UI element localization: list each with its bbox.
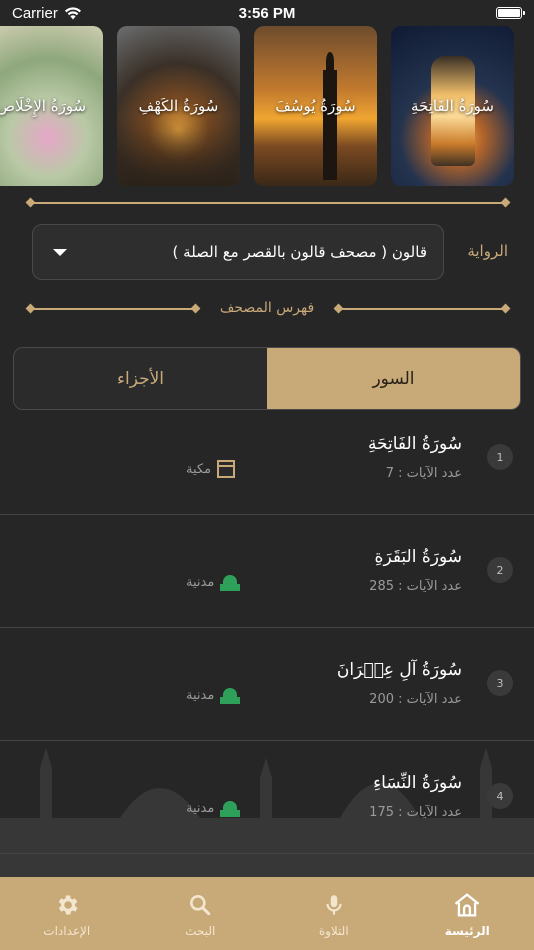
surah-number: 4 (487, 783, 513, 809)
bottom-tab-bar: الإعدادات البحث التلاوة الرئيسة (0, 877, 534, 950)
status-bar: Carrier 3:56 PM (0, 0, 534, 26)
gear-icon (52, 890, 82, 920)
surah-row[interactable]: 4 سُورَةُ النِّسَاءِ عدد الآيات : 175 مد… (0, 741, 534, 854)
tab-recitation[interactable]: التلاوة (267, 877, 401, 950)
mosque-icon (220, 799, 241, 817)
surah-ayat-count: عدد الآيات : 175 (369, 805, 462, 820)
chevron-down-icon (53, 248, 67, 256)
tab-juz[interactable]: الأجزاء (14, 348, 267, 409)
surah-type-label: مدنية (186, 687, 215, 703)
carousel-card-ikhlas[interactable]: سُورَةُ الإِخْلَاص (0, 26, 103, 186)
tab-search-label: البحث (185, 923, 216, 938)
tab-home[interactable]: الرئيسة (401, 877, 534, 950)
surah-row[interactable]: 3 سُورَةُ آلِ عِمۡرَانَ عدد الآيات : 200… (0, 628, 534, 741)
carousel-card-kahf[interactable]: سُورَةُ الكَهْفِ (117, 26, 240, 186)
mosque-icon (220, 686, 241, 704)
surah-number: 3 (487, 670, 513, 696)
wifi-icon (64, 6, 81, 19)
surah-ayat-count: عدد الآيات : 285 (369, 579, 462, 594)
surah-type: مدنية (186, 573, 241, 591)
tab-recitation-label: التلاوة (318, 923, 349, 938)
tab-settings[interactable]: الإعدادات (0, 877, 134, 950)
carousel-card-title: سُورَةُ يُوسُفَ (275, 97, 356, 115)
surah-type: مدنية (186, 686, 241, 704)
surah-type: مكية (186, 460, 236, 478)
surah-name: سُورَةُ آلِ عِمۡرَانَ (336, 660, 462, 680)
surah-type-label: مدنية (186, 574, 215, 590)
tab-settings-label: الإعدادات (43, 923, 91, 938)
surah-name: سُورَةُ الفَاتِحَةِ (367, 434, 462, 454)
carrier-label: Carrier (12, 4, 58, 22)
status-left: Carrier (12, 5, 82, 22)
surah-number: 2 (487, 557, 513, 583)
surah-ayat-count: عدد الآيات : 200 (369, 692, 462, 707)
search-icon (185, 890, 215, 920)
surah-carousel[interactable]: سُورَةُ الفَاتِحَةِ سُورَةُ يُوسُفَ سُور… (0, 26, 534, 188)
surah-type: مدنية (186, 799, 241, 817)
tab-surahs[interactable]: السور (267, 348, 520, 409)
minaret-image (322, 52, 337, 180)
carousel-card-title: سُورَةُ الكَهْفِ (138, 97, 219, 115)
surah-number: 1 (487, 444, 513, 470)
cave-image (117, 116, 240, 186)
tab-search[interactable]: البحث (134, 877, 268, 950)
surah-row[interactable]: 1 سُورَةُ الفَاتِحَةِ عدد الآيات : 7 مكي… (0, 402, 534, 515)
battery-icon (496, 7, 525, 19)
surah-name: سُورَةُ النِّسَاءِ (373, 773, 462, 793)
mosque-icon (220, 573, 241, 591)
riwaya-label: الرواية (467, 242, 508, 260)
tab-home-label: الرئيسة (444, 923, 490, 938)
microphone-icon (319, 890, 349, 920)
surah-row[interactable]: 2 سُورَةُ البَقَرَةِ عدد الآيات : 285 مد… (0, 515, 534, 628)
carousel-card-yusuf[interactable]: سُورَةُ يُوسُفَ (254, 26, 377, 186)
surah-ayat-count: عدد الآيات : 7 (385, 466, 462, 481)
carousel-card-title: سُورَةُ الفَاتِحَةِ (411, 97, 494, 115)
surah-name: سُورَةُ البَقَرَةِ (374, 547, 462, 567)
carousel-card-title: سُورَةُ الإِخْلَاص (0, 97, 87, 115)
riwaya-selected-value: قالون ( مصحف قالون بالقصر مع الصلة ) (172, 243, 427, 261)
riwaya-dropdown[interactable]: قالون ( مصحف قالون بالقصر مع الصلة ) (32, 224, 444, 280)
divider (30, 202, 506, 204)
home-icon (452, 890, 482, 920)
kaaba-icon (217, 460, 236, 478)
surah-type-label: مكية (186, 461, 212, 477)
surah-type-label: مدنية (186, 800, 215, 816)
index-segmented-control: الأجزاء السور (13, 347, 521, 410)
carousel-card-fatiha[interactable]: سُورَةُ الفَاتِحَةِ (391, 26, 514, 186)
divider (338, 308, 506, 310)
